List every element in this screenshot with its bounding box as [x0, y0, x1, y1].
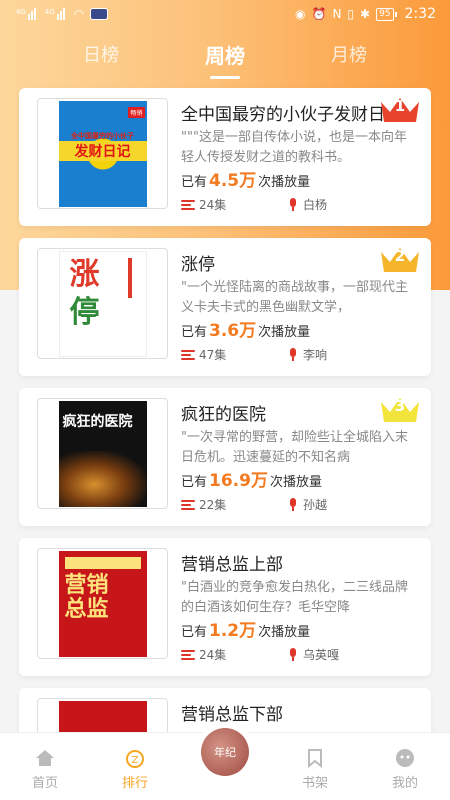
book-cover: 畅销 全中国最穷的小伙子 发财日记: [37, 98, 168, 209]
tab-rank[interactable]: Z 排行: [90, 733, 180, 800]
period-tabs: 日榜 周榜 月榜: [0, 34, 450, 74]
list-icon: [181, 349, 195, 360]
crown-rank-icon: 3: [379, 394, 421, 424]
status-bar: 4G 4G ◠ ◉ ⏰ N ▯ ✱ 95 2:32: [0, 0, 450, 28]
bookmark-icon: [308, 749, 322, 769]
narrator: 白杨: [289, 196, 327, 213]
mic-icon: [289, 648, 297, 661]
tab-monthly[interactable]: 月榜: [331, 41, 367, 67]
tab-home[interactable]: 首页: [0, 733, 90, 800]
tab-shelf[interactable]: 书架: [270, 733, 360, 800]
profile-icon: [396, 749, 414, 767]
narrator: 乌英嘎: [289, 646, 339, 663]
signal-icon-2: 4G: [45, 8, 68, 20]
alarm-icon: ⏰: [311, 7, 327, 21]
book-card[interactable]: 疯狂的医院 疯狂的医院 3 "一次寻常的野营，却险些让全城陷入末日危机。迅速蔓延…: [19, 388, 431, 526]
book-title: 疯狂的医院: [181, 405, 266, 425]
play-count: 已有 4.5万 次播放量: [181, 171, 311, 191]
book-description: """这是一部自传体小说，也是一本向年轻人传授发财之道的教科书。: [181, 130, 407, 165]
list-icon: [181, 649, 195, 660]
book-description: "白酒业的竞争愈发白热化，二三线品牌的白酒该如何生存？毛华空降: [181, 580, 408, 615]
ranking-icon: Z: [126, 750, 144, 768]
wifi-icon: ◠: [73, 7, 85, 21]
mic-icon: [289, 348, 297, 361]
book-description: "一次寻常的野营，却险些让全城陷入末日危机。迅速蔓延的不知名病: [181, 430, 408, 465]
episode-count: 24集: [181, 646, 226, 663]
clock: 2:32: [404, 6, 436, 22]
bluetooth-icon: ✱: [360, 7, 371, 21]
tab-mine[interactable]: 我的: [360, 733, 450, 800]
book-description: "一个光怪陆离的商战故事，一部现代主义卡夫卡式的黑色幽默文学，: [181, 280, 408, 315]
episode-count: 47集: [181, 346, 226, 363]
book-cover: 涨 停: [37, 248, 168, 359]
tab-weekly[interactable]: 周榜: [205, 40, 245, 69]
mic-icon: [289, 498, 297, 511]
play-count: 已有 16.9万 次播放量: [181, 471, 322, 491]
play-count: 已有 1.2万 次播放量: [181, 621, 311, 641]
book-card[interactable]: 畅销 全中国最穷的小伙子 发财日记 全中国最穷的小伙子发财日记 1 """这是一…: [19, 88, 431, 226]
book-title: 涨停: [181, 255, 215, 275]
narrator: 孙越: [289, 496, 327, 513]
battery-icon: 95: [376, 7, 397, 21]
eye-icon: ◉: [295, 7, 306, 21]
book-title: 营销总监下部: [181, 705, 283, 725]
book-cover: 疯狂的医院: [37, 398, 168, 509]
mic-icon: [289, 198, 297, 211]
episode-count: 22集: [181, 496, 226, 513]
play-count: 已有 3.6万 次播放量: [181, 321, 311, 341]
now-playing-cover: 年纪: [201, 728, 249, 776]
book-card[interactable]: 涨 停 涨停 2 "一个光怪陆离的商战故事，一部现代主义卡夫卡式的黑色幽默文学，…: [19, 238, 431, 376]
app-notification-icon: [90, 8, 109, 20]
home-icon: [36, 750, 54, 766]
book-card[interactable]: 营销 总监 营销总监上部 "白酒业的竞争愈发白热化，二三线品牌的白酒该如何生存？…: [19, 538, 431, 676]
vibrate-icon: ▯: [347, 7, 355, 21]
narrator: 李响: [289, 346, 327, 363]
nfc-icon: N: [332, 7, 342, 21]
book-title: 营销总监上部: [181, 555, 283, 575]
crown-rank-icon: 1: [379, 94, 421, 124]
now-playing-button[interactable]: 年纪: [195, 722, 255, 782]
crown-rank-icon: 2: [379, 244, 421, 274]
signal-icon: 4G: [16, 8, 39, 20]
svg-text:Z: Z: [132, 755, 139, 766]
list-icon: [181, 199, 195, 210]
book-title: 全中国最穷的小伙子发财日记: [181, 105, 386, 125]
book-cover: 营销 总监: [37, 548, 168, 659]
episode-count: 24集: [181, 196, 226, 213]
list-icon: [181, 499, 195, 510]
tab-daily[interactable]: 日榜: [83, 41, 119, 67]
